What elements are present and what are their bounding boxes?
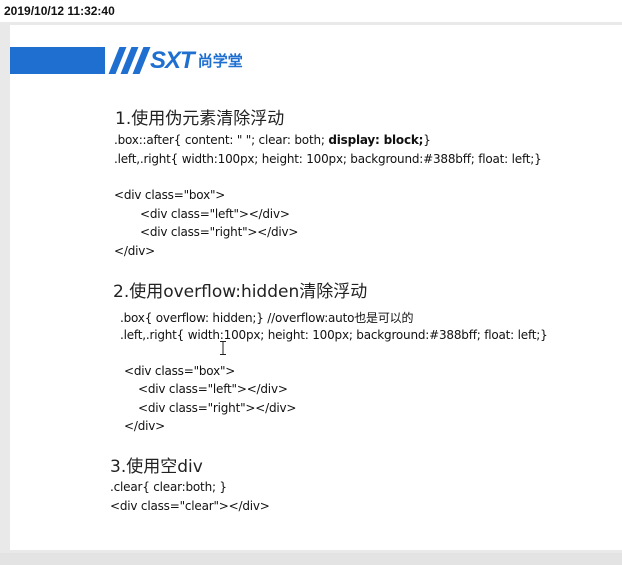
section-2-line-6: </div> [124,419,166,433]
section-3-line-2: <div class="clear"></div> [110,499,270,513]
section-3-heading: 3.使用空div [110,457,203,477]
code-fragment: .box::after{ content: " "; clear: both; [114,133,329,147]
code-fragment: } [423,133,431,147]
logo-mark: SXT [150,46,195,74]
section-1-line-1: .box::after{ content: " "; clear: both; … [114,133,431,147]
section-1-line-6: </div> [114,244,156,258]
header-blue-bar [10,47,105,74]
text-cursor-icon [220,341,226,355]
section-2-line-1: .box{ overflow: hidden;} //overflow:auto… [120,311,414,325]
section-1-line-4: <div class="left"></div> [140,207,290,221]
section-2-line-5: <div class="right"></div> [138,401,297,415]
section-1-line-5: <div class="right"></div> [140,225,299,239]
section-1-line-2: .left,.right{ width:100px; height: 100px… [114,152,542,166]
section-2-line-3: <div class="box"> [124,364,236,378]
logo-name: 尚学堂 [197,52,243,70]
bottom-strip [0,553,622,565]
slide-canvas: SXT 尚学堂 1.使用伪元素清除浮动 .box::after{ content… [10,25,622,550]
section-2-heading: 2.使用overflow:hidden清除浮动 [113,282,368,302]
section-1-line-3: <div class="box"> [114,188,226,202]
recording-timestamp: 2019/10/12 11:32:40 [4,4,115,18]
section-1-heading: 1.使用伪元素清除浮动 [115,109,285,129]
code-fragment-bold: display: block; [328,133,424,147]
section-3-line-1: .clear{ clear:both; } [110,480,227,494]
section-2-line-2: .left,.right{ width:100px; height: 100px… [120,328,548,342]
sxt-logo: SXT 尚学堂 [150,47,243,74]
section-2-line-4: <div class="left"></div> [138,382,288,396]
